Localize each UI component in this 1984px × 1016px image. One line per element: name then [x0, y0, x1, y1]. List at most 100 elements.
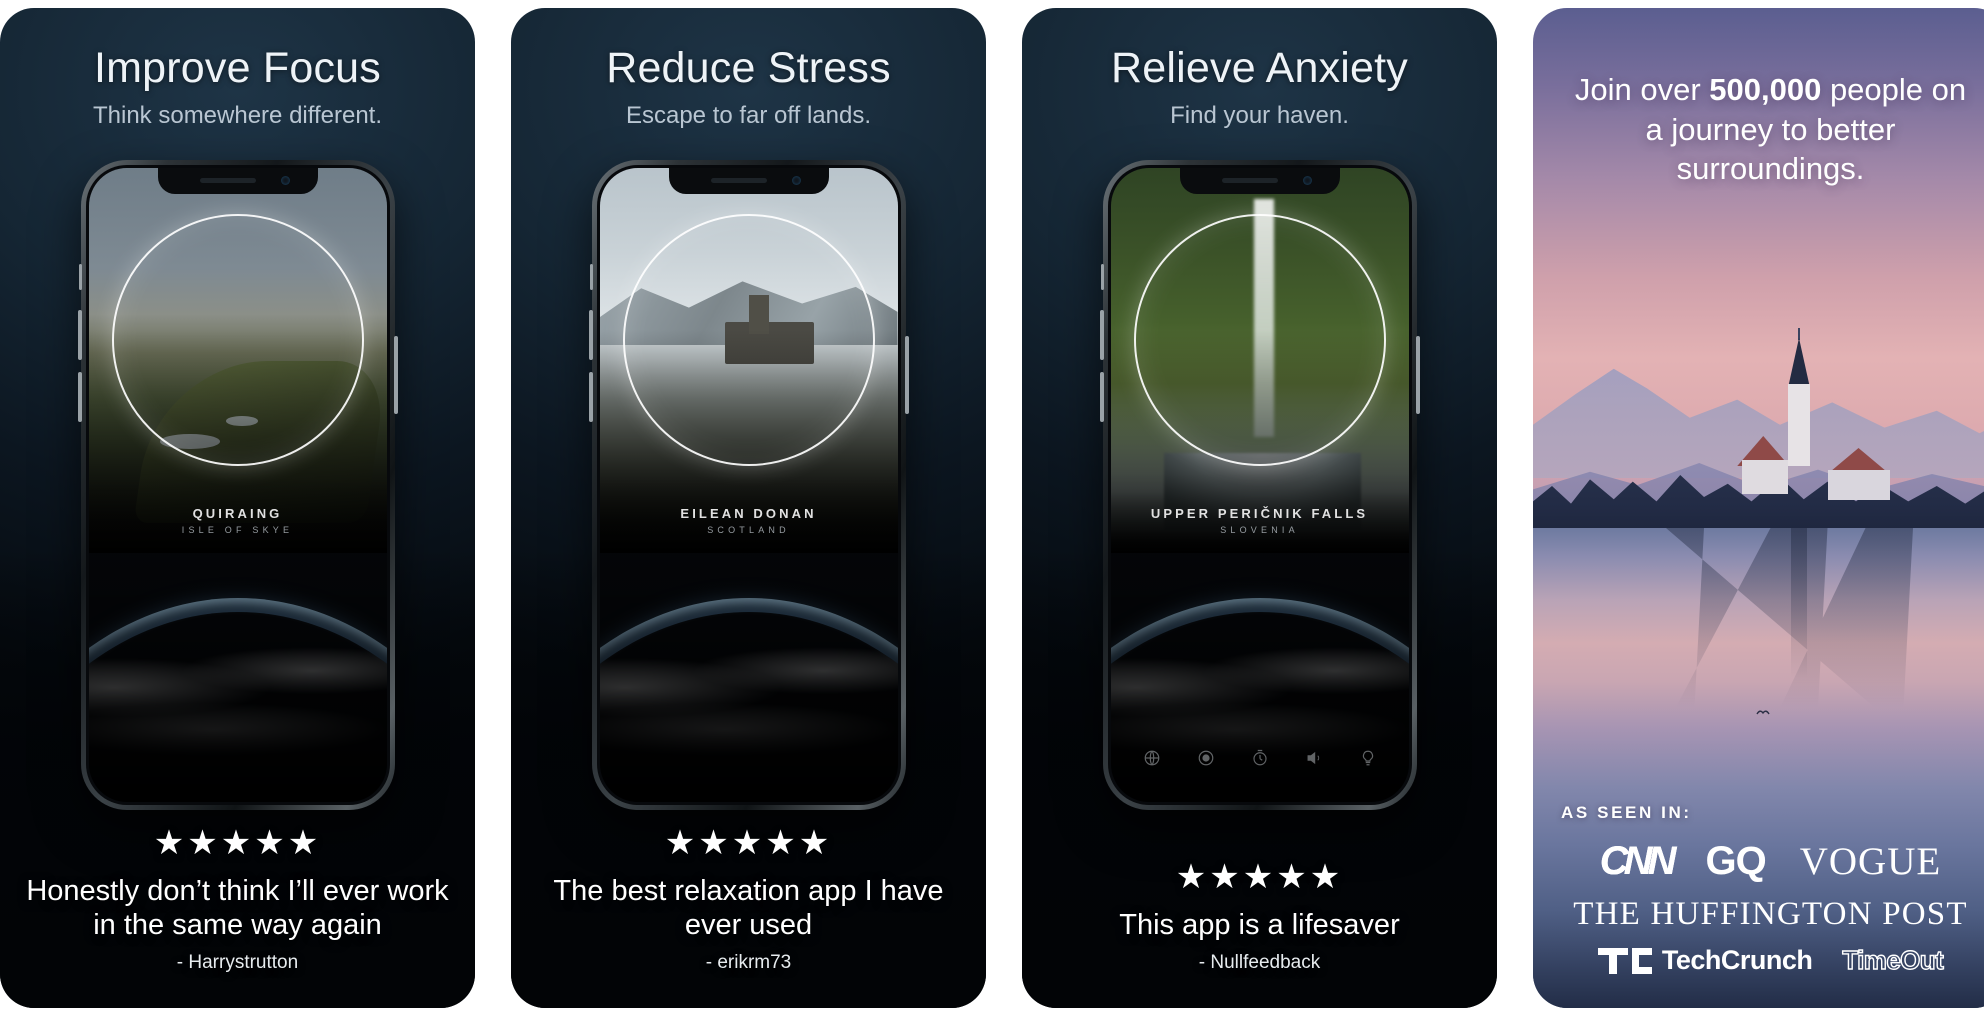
phone-notch — [668, 168, 829, 194]
place-subtitle: SCOTLAND — [707, 525, 790, 535]
phone-mockup-1: QUIRAING ISLE OF SKYE — [77, 160, 398, 810]
circular-mask-ring — [111, 214, 364, 466]
review-text: This app is a lifesaver — [1119, 908, 1400, 941]
front-camera-icon — [1302, 176, 1312, 185]
escape-icon[interactable] — [1143, 749, 1161, 772]
social-proof-copy: Join over 500,000 people on a journey to… — [1533, 70, 1984, 189]
place-title: QUIRAING — [192, 506, 283, 521]
church-tower-body — [1788, 384, 1810, 466]
phone-frame: EILEAN DONAN SCOTLAND — [588, 160, 909, 810]
gq-logo: GQ — [1705, 839, 1766, 883]
phone-frame: UPPER PERIČNIK FALLS SLOVENIA — [1099, 160, 1420, 810]
phone-bezel: UPPER PERIČNIK FALLS SLOVENIA — [1107, 165, 1412, 805]
volume-down-button — [77, 372, 82, 422]
star-rating: ★★★★★ — [1175, 857, 1344, 896]
review-block-3: ★★★★★ This app is a lifesaver - Nullfeed… — [1022, 860, 1497, 974]
place-caption-3: UPPER PERIČNIK FALLS SLOVENIA — [1111, 506, 1409, 535]
church-spire — [1788, 338, 1810, 388]
review-author: - erikrm73 — [705, 952, 792, 973]
circular-mask-ring — [1133, 214, 1386, 466]
star-rating: ★★★★★ — [664, 823, 833, 862]
star-rating: ★★★★★ — [153, 823, 322, 862]
place-caption-1: QUIRAING ISLE OF SKYE — [89, 506, 387, 535]
place-subtitle: SLOVENIA — [1220, 525, 1299, 535]
phone-frame: QUIRAING ISLE OF SKYE — [77, 160, 398, 810]
press-logo-row-2: THE HUFFINGTON POST — [1561, 896, 1980, 933]
vogue-logo: VOGUE — [1799, 840, 1942, 883]
phone-bezel: QUIRAING ISLE OF SKYE — [85, 165, 390, 805]
phone-screen-3: UPPER PERIČNIK FALLS SLOVENIA — [1110, 168, 1409, 802]
power-button — [393, 336, 398, 414]
silent-switch-icon — [78, 264, 82, 290]
place-caption-2: EILEAN DONAN SCOTLAND — [600, 506, 898, 535]
review-author: - Nullfeedback — [1198, 952, 1321, 973]
timer-icon[interactable] — [1251, 749, 1269, 772]
press-mentions: AS SEEN IN: CNN GQ VOGUE THE HUFFINGTON … — [1533, 803, 1984, 988]
silent-switch-icon — [1100, 264, 1104, 290]
panel-2-subhead: Escape to far off lands. — [625, 102, 872, 129]
promo-panel-2[interactable]: Reduce Stress Escape to far off lands. E… — [511, 8, 986, 1008]
volume-down-button — [1099, 372, 1104, 422]
power-button — [904, 336, 909, 414]
phone-notch — [157, 168, 318, 194]
cnn-logo: CNN — [1599, 839, 1677, 883]
circular-mask-ring — [622, 214, 875, 466]
review-text: The best relaxation app I have ever used — [553, 874, 944, 941]
earth-atmosphere-glow — [89, 598, 387, 802]
social-proof-panel[interactable]: Join over 500,000 people on a journey to… — [1533, 8, 1984, 1008]
front-camera-icon — [280, 176, 290, 185]
place-subtitle: ISLE OF SKYE — [181, 525, 294, 535]
bled-island-church — [1786, 328, 1812, 466]
panel-1-headline: Improve Focus — [94, 44, 381, 92]
panel-3-headline: Relieve Anxiety — [1111, 44, 1408, 92]
app-scene: QUIRAING ISLE OF SKYE — [88, 168, 387, 802]
chapel-hall-left — [1742, 460, 1788, 494]
phone-mockup-3: UPPER PERIČNIK FALLS SLOVENIA — [1099, 160, 1420, 810]
review-text: Honestly don’t think I’ll ever work in t… — [26, 874, 449, 941]
volume-icon[interactable] — [1305, 749, 1323, 772]
app-tab-bar[interactable] — [1111, 749, 1409, 772]
volume-up-button — [1099, 310, 1104, 360]
place-title: EILEAN DONAN — [680, 506, 817, 521]
volume-down-button — [588, 372, 593, 422]
huffington-post-logo: THE HUFFINGTON POST — [1573, 896, 1968, 932]
promo-panel-3[interactable]: Relieve Anxiety Find your haven. UPPER P… — [1022, 8, 1497, 1008]
power-button — [1415, 336, 1420, 414]
promo-panel-1[interactable]: Improve Focus Think somewhere different. — [0, 8, 475, 1008]
screenshot-gallery: Improve Focus Think somewhere different. — [0, 0, 1984, 1016]
app-scene: EILEAN DONAN SCOTLAND — [599, 168, 898, 802]
phone-screen-1: QUIRAING ISLE OF SKYE — [88, 168, 387, 802]
earpiece-speaker-icon — [1221, 178, 1278, 183]
panel-2-headline: Reduce Stress — [606, 44, 891, 92]
earpiece-speaker-icon — [710, 178, 767, 183]
app-scene: UPPER PERIČNIK FALLS SLOVENIA — [1110, 168, 1409, 802]
press-logo-row-1: CNN GQ VOGUE — [1561, 839, 1980, 884]
front-camera-icon — [791, 176, 801, 185]
review-block-1: ★★★★★ Honestly don’t think I’ll ever wor… — [0, 826, 475, 974]
silent-switch-icon — [589, 264, 593, 290]
review-block-2: ★★★★★ The best relaxation app I have eve… — [511, 826, 986, 974]
bird-icon — [1756, 710, 1770, 715]
copy-pre: Join over — [1574, 72, 1710, 107]
press-logo-row-3: TechCrunch TimeOut — [1561, 944, 1980, 976]
earth-atmosphere-glow — [600, 598, 898, 802]
church-reflection — [1791, 528, 1807, 678]
techcrunch-logo: TechCrunch — [1597, 945, 1813, 976]
member-count: 500,000 — [1709, 72, 1822, 107]
techcrunch-wordmark: TechCrunch — [1661, 945, 1813, 975]
earpiece-speaker-icon — [199, 178, 256, 183]
record-icon[interactable] — [1197, 749, 1215, 772]
volume-up-button — [588, 310, 593, 360]
timeout-logo: TimeOut — [1842, 944, 1945, 975]
phone-mockup-2: EILEAN DONAN SCOTLAND — [588, 160, 909, 810]
techcrunch-mark-icon — [1597, 947, 1652, 974]
phone-notch — [1179, 168, 1340, 194]
phone-screen-2: EILEAN DONAN SCOTLAND — [599, 168, 898, 802]
bulb-icon[interactable] — [1359, 749, 1377, 772]
panel-1-subhead: Think somewhere different. — [92, 102, 383, 129]
phone-bezel: EILEAN DONAN SCOTLAND — [596, 165, 901, 805]
panel-3-subhead: Find your haven. — [1170, 102, 1349, 129]
place-title: UPPER PERIČNIK FALLS — [1150, 506, 1369, 521]
review-author: - Harrystrutton — [176, 952, 299, 973]
as-seen-in-label: AS SEEN IN: — [1561, 803, 1692, 822]
